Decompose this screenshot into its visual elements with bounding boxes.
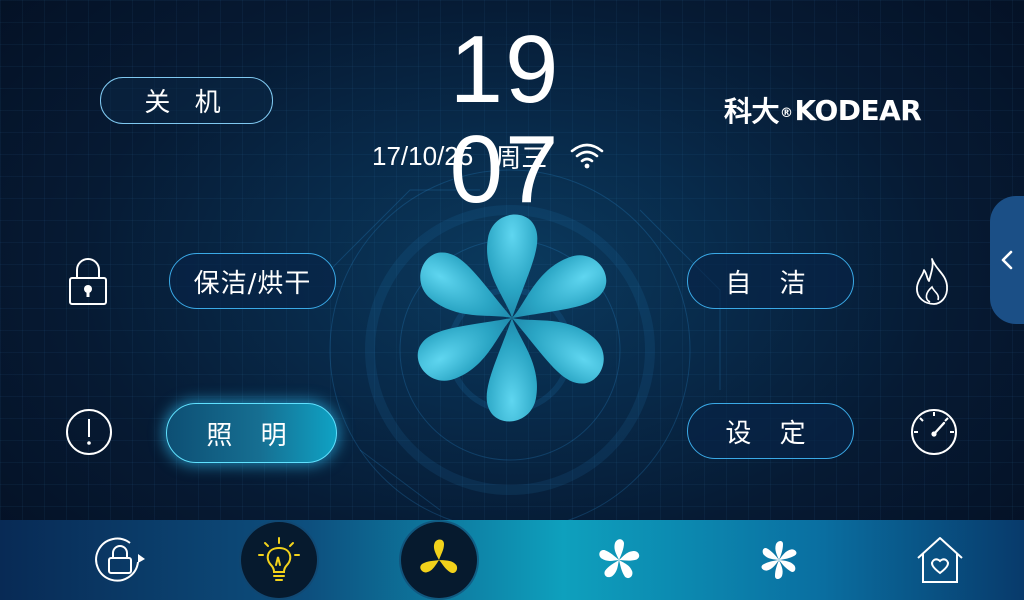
gauge-icon[interactable] [909,407,959,457]
brand-logo: 科大 ® KODEAR [724,90,922,130]
power-off-button[interactable]: 关 机 [100,77,273,124]
light-toggle-circle [241,522,317,598]
flame-icon[interactable] [910,256,960,306]
date-text: 17/10/25 [372,140,474,171]
clock-time: 19 07 [449,16,561,223]
wifi-icon [570,143,604,169]
fan-6-blade-icon [761,541,797,579]
brand-reg: ® [780,105,793,121]
home-button[interactable] [900,520,980,600]
alert-icon[interactable] [65,407,115,457]
lightbulb-icon [258,537,300,581]
brand-en: KODEAR [794,93,922,127]
lighting-button[interactable]: 照 明 [166,403,337,463]
fan-6-blade-button[interactable] [739,520,819,600]
side-panel-tab[interactable] [990,196,1024,324]
lock-rotate-button[interactable] [80,520,160,600]
brand-cn: 科大 [724,95,780,128]
fan-3-blade-circle [401,522,477,598]
weekday-text: 周三 [495,142,548,173]
chevron-left-icon [1001,250,1013,270]
date-row: 17/10/25 周三 [372,138,605,174]
lock-rotate-icon [95,537,145,582]
settings-button[interactable]: 设 定 [687,403,854,459]
self-clean-button[interactable]: 自 洁 [687,253,854,309]
fan-3-blade-button[interactable] [399,520,479,600]
lock-icon[interactable] [63,256,113,306]
light-toggle-button[interactable] [239,520,319,600]
clean-dry-button[interactable]: 保洁/烘干 [169,253,336,309]
fan-3-blade-icon [420,539,458,573]
bottom-bar [0,520,1024,600]
fan-5-blade-button[interactable] [579,520,659,600]
home-heart-icon [917,537,963,583]
fan-icon[interactable] [372,195,652,445]
fan-5-blade-icon [599,539,640,579]
